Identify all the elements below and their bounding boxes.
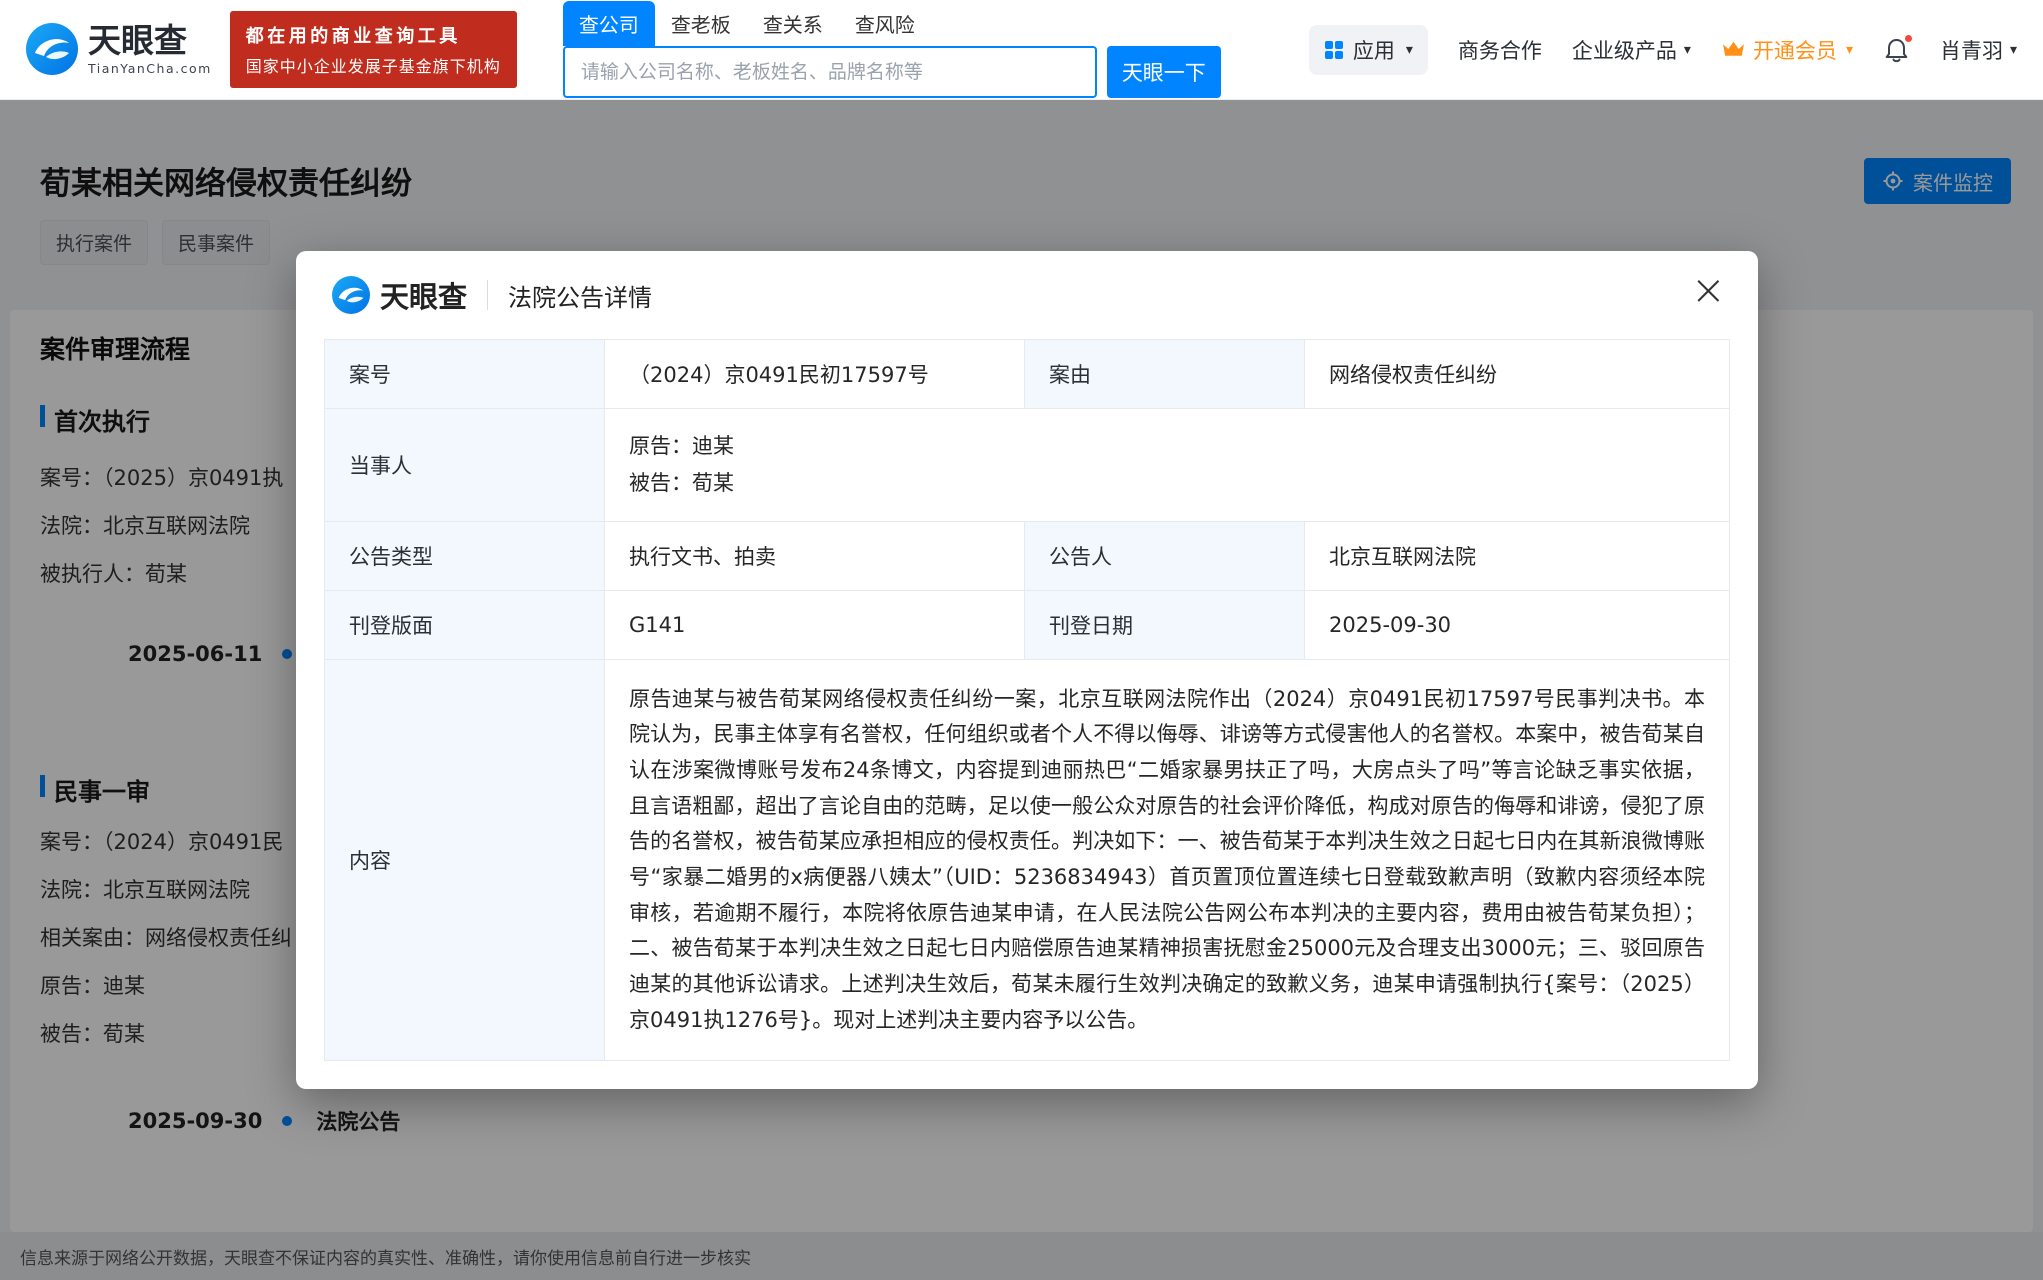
tab-search-boss[interactable]: 查老板	[655, 1, 747, 46]
promo-line2: 国家中小企业发展子基金旗下机构	[246, 53, 501, 77]
apps-menu[interactable]: 应用 ▾	[1309, 25, 1428, 75]
menu-open-vip[interactable]: 开通会员 ▾	[1721, 35, 1853, 65]
menu-business-cooperation[interactable]: 商务合作	[1458, 35, 1542, 65]
modal-header: 天眼查 法院公告详情 ×	[324, 251, 1730, 339]
tianyancha-logo-icon	[26, 23, 78, 75]
parties-value: 原告：迪某 被告：荀某	[605, 409, 1730, 522]
table-row: 当事人 原告：迪某 被告：荀某	[325, 409, 1730, 522]
announcer-value: 北京互联网法院	[1305, 521, 1730, 590]
chevron-down-icon: ▾	[1684, 43, 1691, 57]
chevron-down-icon: ▾	[1846, 43, 1853, 57]
table-row: 内容 原告迪某与被告荀某网络侵权责任纠纷一案，北京互联网法院作出（2024）京0…	[325, 659, 1730, 1061]
enterprise-products-label: 企业级产品	[1572, 35, 1677, 65]
grid-icon	[1324, 40, 1344, 60]
brand-name: 天眼查	[380, 274, 467, 316]
announcement-type-label: 公告类型	[325, 521, 605, 590]
divider	[487, 280, 488, 310]
apps-menu-label: 应用	[1353, 35, 1395, 65]
business-cooperation-label: 商务合作	[1458, 35, 1542, 65]
chevron-down-icon: ▾	[1406, 43, 1413, 57]
search-input[interactable]	[563, 46, 1097, 98]
tianyancha-logo[interactable]: 天眼查 TianYanCha.com	[26, 23, 212, 76]
search-block: 查公司 查老板 查关系 查风险 天眼一下	[563, 1, 1221, 98]
notification-bell-icon[interactable]	[1883, 36, 1910, 64]
header-menu: 应用 ▾ 商务合作 企业级产品 ▾ 开通会员 ▾ 肖青羽 ▾	[1309, 25, 2017, 75]
tianyancha-logo-icon	[332, 276, 370, 314]
publish-page-label: 刊登版面	[325, 590, 605, 659]
username: 肖青羽	[1940, 35, 2003, 65]
defendant-value: 被告：荀某	[629, 465, 1705, 502]
notification-badge	[1903, 33, 1914, 44]
table-row: 刊登版面 G141 刊登日期 2025-09-30	[325, 590, 1730, 659]
chevron-down-icon: ▾	[2010, 43, 2017, 57]
announcement-type-value: 执行文书、拍卖	[605, 521, 1025, 590]
tab-search-risk[interactable]: 查风险	[839, 1, 931, 46]
tab-search-relation[interactable]: 查关系	[747, 1, 839, 46]
publish-date-value: 2025-09-30	[1305, 590, 1730, 659]
table-row: 案号 （2024）京0491民初17597号 案由 网络侵权责任纠纷	[325, 340, 1730, 409]
close-icon[interactable]: ×	[1691, 269, 1726, 311]
plaintiff-value: 原告：迪某	[629, 428, 1705, 465]
cause-label: 案由	[1025, 340, 1305, 409]
publish-page-value: G141	[605, 590, 1025, 659]
court-announcement-modal: 天眼查 法院公告详情 × 案号 （2024）京0491民初17597号 案由 网…	[296, 251, 1758, 1089]
search-button[interactable]: 天眼一下	[1107, 46, 1221, 98]
content-value: 原告迪某与被告荀某网络侵权责任纠纷一案，北京互联网法院作出（2024）京0491…	[605, 659, 1730, 1061]
open-vip-label: 开通会员	[1753, 35, 1837, 65]
top-header: 天眼查 TianYanCha.com 都在用的商业查询工具 国家中小企业发展子基…	[0, 0, 2043, 100]
search-tabs: 查公司 查老板 查关系 查风险	[563, 1, 1221, 46]
parties-label: 当事人	[325, 409, 605, 522]
user-menu[interactable]: 肖青羽 ▾	[1940, 35, 2017, 65]
publish-date-label: 刊登日期	[1025, 590, 1305, 659]
announcement-detail-table: 案号 （2024）京0491民初17597号 案由 网络侵权责任纠纷 当事人 原…	[324, 339, 1730, 1061]
announcer-label: 公告人	[1025, 521, 1305, 590]
promo-banner: 都在用的商业查询工具 国家中小企业发展子基金旗下机构	[230, 11, 517, 88]
crown-icon	[1721, 39, 1746, 60]
promo-line1: 都在用的商业查询工具	[246, 22, 501, 48]
case-number-value: （2024）京0491民初17597号	[605, 340, 1025, 409]
tab-search-company[interactable]: 查公司	[563, 1, 655, 46]
brand-domain: TianYanCha.com	[88, 61, 212, 76]
menu-enterprise-products[interactable]: 企业级产品 ▾	[1572, 35, 1691, 65]
table-row: 公告类型 执行文书、拍卖 公告人 北京互联网法院	[325, 521, 1730, 590]
content-label: 内容	[325, 659, 605, 1061]
modal-title: 法院公告详情	[508, 278, 652, 313]
cause-value: 网络侵权责任纠纷	[1305, 340, 1730, 409]
case-number-label: 案号	[325, 340, 605, 409]
brand-name: 天眼查	[88, 23, 212, 59]
